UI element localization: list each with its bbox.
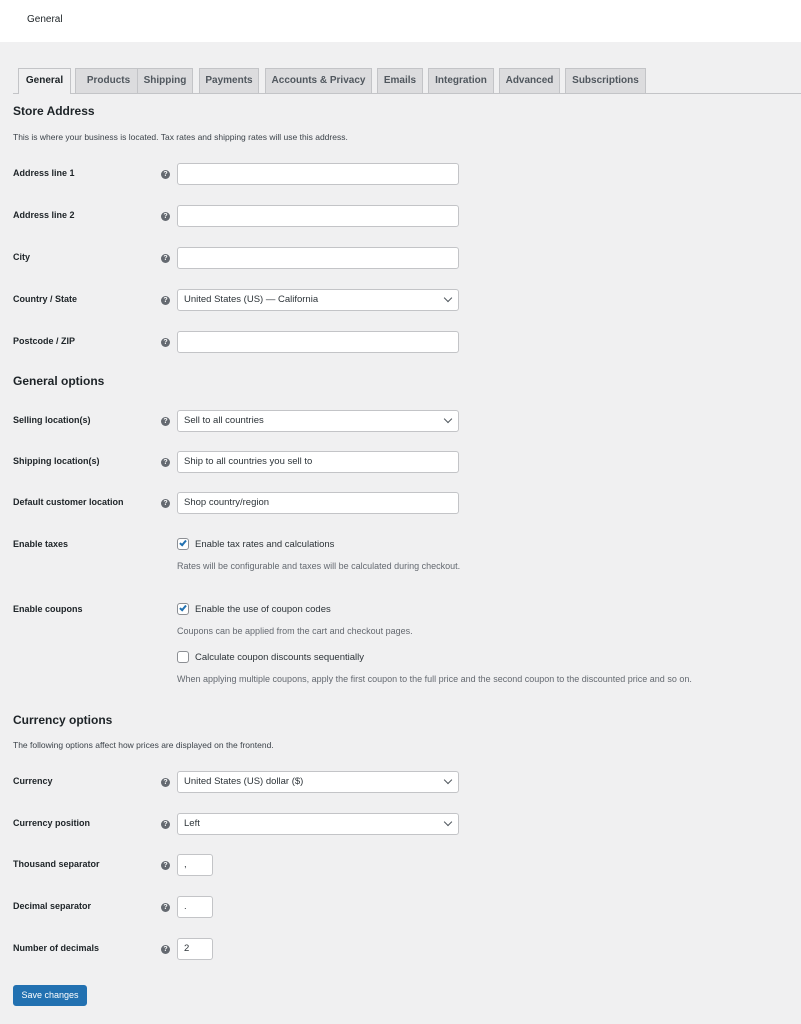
- tab-shipping[interactable]: Shipping: [137, 68, 193, 93]
- shipping-locations-label: Shipping location(s): [13, 456, 100, 466]
- top-bar: General: [0, 0, 801, 42]
- tab-integration[interactable]: Integration: [428, 68, 494, 93]
- tab-general[interactable]: General: [18, 68, 71, 94]
- help-icon[interactable]: ?: [161, 338, 170, 347]
- help-icon[interactable]: ?: [161, 254, 170, 263]
- sequential-coupons-checkbox[interactable]: [177, 651, 189, 663]
- number-of-decimals-label: Number of decimals: [13, 943, 100, 953]
- currency-position-value: Left: [184, 818, 200, 829]
- currency-options-description: The following options affect how prices …: [13, 740, 274, 750]
- enable-taxes-checkbox[interactable]: [177, 538, 189, 550]
- enable-coupons-label: Enable coupons: [13, 604, 83, 614]
- help-icon[interactable]: ?: [161, 417, 170, 426]
- currency-label: Currency: [13, 776, 53, 786]
- decimal-separator-label: Decimal separator: [13, 901, 92, 911]
- tab-advanced[interactable]: Advanced: [499, 68, 560, 93]
- default-customer-location-label: Default customer location: [13, 497, 124, 507]
- tab-subscriptions[interactable]: Subscriptions: [565, 68, 646, 93]
- tab-emails[interactable]: Emails: [377, 68, 423, 93]
- currency-select[interactable]: United States (US) dollar ($): [177, 771, 459, 793]
- address-line-1-label: Address line 1: [13, 168, 75, 178]
- selling-locations-value: Sell to all countries: [184, 415, 264, 426]
- selling-locations-label: Selling location(s): [13, 415, 91, 425]
- chevron-down-icon: [443, 817, 453, 827]
- help-icon[interactable]: ?: [161, 170, 170, 179]
- postcode-input[interactable]: [177, 331, 459, 353]
- thousand-separator-label: Thousand separator: [13, 859, 100, 869]
- country-state-value: United States (US) — California: [184, 294, 319, 305]
- tab-payments[interactable]: Payments: [199, 68, 259, 93]
- number-of-decimals-input[interactable]: 2: [177, 938, 213, 960]
- general-options-heading: General options: [13, 374, 105, 388]
- sequential-coupons-checkbox-label[interactable]: Calculate coupon discounts sequentially: [195, 652, 364, 663]
- thousand-separator-input[interactable]: ,: [177, 854, 213, 876]
- shipping-locations-select[interactable]: Ship to all countries you sell to: [177, 451, 459, 473]
- help-icon[interactable]: ?: [161, 861, 170, 870]
- store-address-description: This is where your business is located. …: [13, 132, 348, 142]
- postcode-label: Postcode / ZIP: [13, 336, 76, 346]
- country-state-label: Country / State: [13, 294, 78, 304]
- save-changes-button[interactable]: Save changes: [13, 985, 87, 1006]
- enable-taxes-description: Rates will be configurable and taxes wil…: [177, 561, 461, 571]
- chevron-down-icon: [443, 775, 453, 785]
- currency-value: United States (US) dollar ($): [184, 776, 304, 787]
- enable-coupons-description: Coupons can be applied from the cart and…: [177, 626, 413, 636]
- chevron-down-icon: [443, 293, 453, 303]
- help-icon[interactable]: ?: [161, 296, 170, 305]
- tab-products[interactable]: Products: [75, 68, 142, 93]
- help-icon[interactable]: ?: [161, 499, 170, 508]
- address-line-2-label: Address line 2: [13, 210, 75, 220]
- help-icon[interactable]: ?: [161, 903, 170, 912]
- city-input[interactable]: [177, 247, 459, 269]
- chevron-down-icon: [443, 414, 453, 424]
- store-address-heading: Store Address: [13, 104, 95, 118]
- default-customer-location-select[interactable]: Shop country/region: [177, 492, 459, 514]
- tab-accounts-privacy[interactable]: Accounts & Privacy: [265, 68, 372, 93]
- checkmark-icon: [179, 603, 187, 612]
- country-state-select[interactable]: United States (US) — California: [177, 289, 459, 311]
- help-icon[interactable]: ?: [161, 458, 170, 467]
- address-line-1-input[interactable]: [177, 163, 459, 185]
- checkmark-icon: [179, 538, 187, 547]
- currency-position-select[interactable]: Left: [177, 813, 459, 835]
- address-line-2-input[interactable]: [177, 205, 459, 227]
- sequential-coupons-description: When applying multiple coupons, apply th…: [177, 674, 692, 684]
- help-icon[interactable]: ?: [161, 945, 170, 954]
- help-icon[interactable]: ?: [161, 778, 170, 787]
- enable-taxes-label: Enable taxes: [13, 539, 69, 549]
- decimal-separator-input[interactable]: .: [177, 896, 213, 918]
- help-icon[interactable]: ?: [161, 212, 170, 221]
- page-title: General: [27, 14, 63, 25]
- enable-taxes-checkbox-label[interactable]: Enable tax rates and calculations: [195, 539, 334, 550]
- selling-locations-select[interactable]: Sell to all countries: [177, 410, 459, 432]
- currency-options-heading: Currency options: [13, 713, 113, 727]
- city-label: City: [13, 252, 31, 262]
- currency-position-label: Currency position: [13, 818, 91, 828]
- settings-tabs: General Products Shipping Payments Accou…: [13, 68, 801, 94]
- enable-coupons-checkbox[interactable]: [177, 603, 189, 615]
- help-icon[interactable]: ?: [161, 820, 170, 829]
- enable-coupons-checkbox-label[interactable]: Enable the use of coupon codes: [195, 604, 331, 615]
